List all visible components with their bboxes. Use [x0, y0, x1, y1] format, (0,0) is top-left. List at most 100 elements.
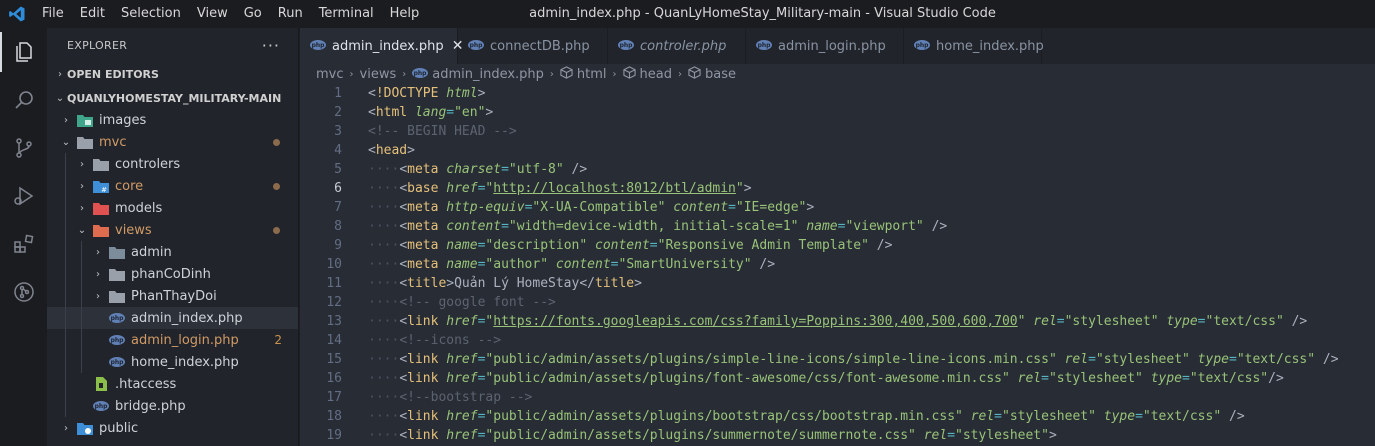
token-eq: =	[728, 200, 736, 215]
search-icon[interactable]	[0, 76, 47, 124]
token-pct: <	[399, 238, 408, 253]
code-line[interactable]: 6 ····<base href="http://localhost:8012/b…	[300, 179, 1375, 198]
menu-selection[interactable]: Selection	[113, 0, 189, 28]
tree-item-controlers[interactable]: › controlers	[47, 153, 298, 175]
whitespace-markers: ····	[368, 276, 400, 291]
tree-item-home-index-php[interactable]: php home_index.php	[47, 351, 298, 373]
breadcrumb-mvc[interactable]: mvc	[316, 67, 344, 82]
extensions-icon[interactable]	[0, 220, 47, 268]
run-debug-icon[interactable]	[0, 172, 47, 220]
code-text: ····<!-- google font -->	[368, 295, 556, 310]
tab-admin-index-php[interactable]: php admin_index.php ✕	[300, 28, 463, 64]
tab-home-index-php[interactable]: php home_index.php	[904, 28, 1044, 64]
chevron-right-icon: ›	[549, 68, 554, 80]
source-control-icon[interactable]	[0, 124, 47, 172]
code-line[interactable]: 13 ····<link href="https://fonts.googleap…	[300, 312, 1375, 331]
code-line[interactable]: 5 ····<meta charset="utf-8" />	[300, 160, 1375, 179]
code-line[interactable]: 15 ····<link href = "public/admin/assets/pl…	[300, 350, 1375, 369]
code-line[interactable]: 9 ····<meta name="description" content="R…	[300, 236, 1375, 255]
code-line[interactable]: 11 ····<title>Quản Lý HomeStay</title>	[300, 274, 1375, 293]
code-line[interactable]: 18 ····<link href = "public/admin/assets/pl…	[300, 407, 1375, 426]
tree-item-phanthaydoi[interactable]: › PhanThayDoi	[47, 285, 298, 307]
code-line[interactable]: 8 ····<meta content="width=device-width, …	[300, 217, 1375, 236]
code-line[interactable]: 12 ····<!-- google font -->	[300, 293, 1375, 312]
tree-item-label: bridge.php	[115, 398, 186, 414]
breadcrumb-html[interactable]: html	[560, 65, 607, 83]
breadcrumb-head[interactable]: head	[622, 65, 673, 83]
token-pct: />	[1315, 352, 1339, 367]
tree-item-admin[interactable]: › admin	[47, 241, 298, 263]
token-pct: <	[399, 371, 408, 386]
token-attr: name	[806, 219, 838, 234]
token-str: "text/css"	[1205, 314, 1284, 329]
tab-controler-php[interactable]: php controler.php	[608, 28, 746, 64]
code-line[interactable]: 4 <head>	[300, 141, 1375, 160]
tree-item-bridge-php[interactable]: php bridge.php	[47, 395, 298, 417]
menu-edit[interactable]: Edit	[72, 0, 113, 28]
php-file-icon: php	[756, 39, 772, 54]
workspace-root[interactable]: ⌄ QUANLYHOMESTAY_MILITARY-MAIN	[47, 87, 298, 109]
tree-item-models[interactable]: › models	[47, 197, 298, 219]
code-line[interactable]: 14 ····<!--icons -->	[300, 331, 1375, 350]
breadcrumb-views[interactable]: views	[360, 67, 397, 82]
tree-item-core[interactable]: › # core	[47, 175, 298, 197]
menu-help[interactable]: Help	[382, 0, 428, 28]
code-line[interactable]: 3 <!-- BEGIN HEAD -->	[300, 122, 1375, 141]
token-com: <!--icons -->	[399, 333, 502, 348]
token-pct: >Quản Lý HomeStay</	[446, 276, 595, 291]
breadcrumb-label: head	[639, 66, 673, 82]
token-pct: <	[399, 181, 408, 196]
git-graph-icon[interactable]	[0, 268, 47, 316]
tree-item-label: models	[115, 200, 163, 216]
tab-connectdb-php[interactable]: php connectDB.php	[458, 28, 608, 64]
php-file-icon: php	[109, 333, 125, 347]
code-line[interactable]: 7 ····<meta http-equiv = "X-UA-Compatible" …	[300, 198, 1375, 217]
tree-item-phancodinh[interactable]: › phanCoDinh	[47, 263, 298, 285]
code-line[interactable]: 16 ····<link href = "public/admin/assets/pl…	[300, 369, 1375, 388]
indent-guide	[81, 285, 82, 307]
tree-item-htaccess[interactable]: .htaccess	[47, 373, 298, 395]
code-line[interactable]: 1 <!DOCTYPE html>	[300, 84, 1375, 103]
indent-guide	[65, 285, 66, 307]
tree-item-images[interactable]: › images	[47, 109, 298, 131]
code-text: <head>	[368, 143, 415, 158]
indent-guide	[65, 241, 66, 263]
php-file-icon: php	[109, 355, 125, 369]
tree-item-mvc[interactable]: ⌄ mvc	[47, 131, 298, 153]
tab-admin-login-php[interactable]: php admin_login.php	[746, 28, 904, 64]
more-actions-icon[interactable]: ···	[262, 36, 280, 55]
token-url: https://fonts.googleapis.com/css?family=…	[493, 314, 1018, 329]
tab-label: admin_login.php	[778, 38, 886, 54]
code-editor[interactable]: 1 <!DOCTYPE html> 2 <html lang="en"> 3 <!-- B…	[300, 84, 1375, 445]
code-line[interactable]: 19 ····<link href = "public/admin/assets/pl…	[300, 426, 1375, 445]
tree-item-public[interactable]: › public	[47, 417, 298, 439]
explorer-icon[interactable]	[0, 28, 47, 76]
token-str: "text/css"	[1142, 409, 1222, 424]
menu-terminal[interactable]: Terminal	[311, 0, 382, 28]
tree-item-admin-login-php[interactable]: php admin_login.php 2	[47, 329, 298, 351]
token-pct: <	[399, 352, 408, 367]
tab-label: controler.php	[640, 38, 727, 54]
token-eq: =	[501, 219, 509, 234]
code-line[interactable]: 2 <html lang="en">	[300, 103, 1375, 122]
menu-go[interactable]: Go	[236, 0, 270, 28]
token-str: "text/css"	[1236, 352, 1316, 367]
token-eq: =	[1056, 314, 1065, 329]
menu-file[interactable]: File	[34, 0, 72, 28]
vscode-logo-icon[interactable]	[0, 0, 34, 28]
menu-view[interactable]: View	[189, 0, 236, 28]
token-tag: link	[407, 428, 439, 443]
breadcrumb-base[interactable]: base	[688, 65, 736, 83]
folder-icon	[93, 157, 109, 171]
open-editors-section[interactable]: › OPEN EDITORS	[47, 63, 298, 85]
code-line[interactable]: 10 ····<meta name="author" content="Smart…	[300, 255, 1375, 274]
token-attr: href	[446, 352, 478, 367]
indent-guide	[65, 307, 66, 329]
token-str: "	[735, 181, 744, 196]
breadcrumb-admin-index-php[interactable]: php admin_index.php	[412, 67, 544, 82]
menu-run[interactable]: Run	[270, 0, 311, 28]
indent-guide	[65, 373, 66, 395]
tree-item-admin-index-php[interactable]: php admin_index.php	[47, 307, 298, 329]
tree-item-views[interactable]: ⌄ views	[47, 219, 298, 241]
code-line[interactable]: 17 ····<!--bootstrap -->	[300, 388, 1375, 407]
